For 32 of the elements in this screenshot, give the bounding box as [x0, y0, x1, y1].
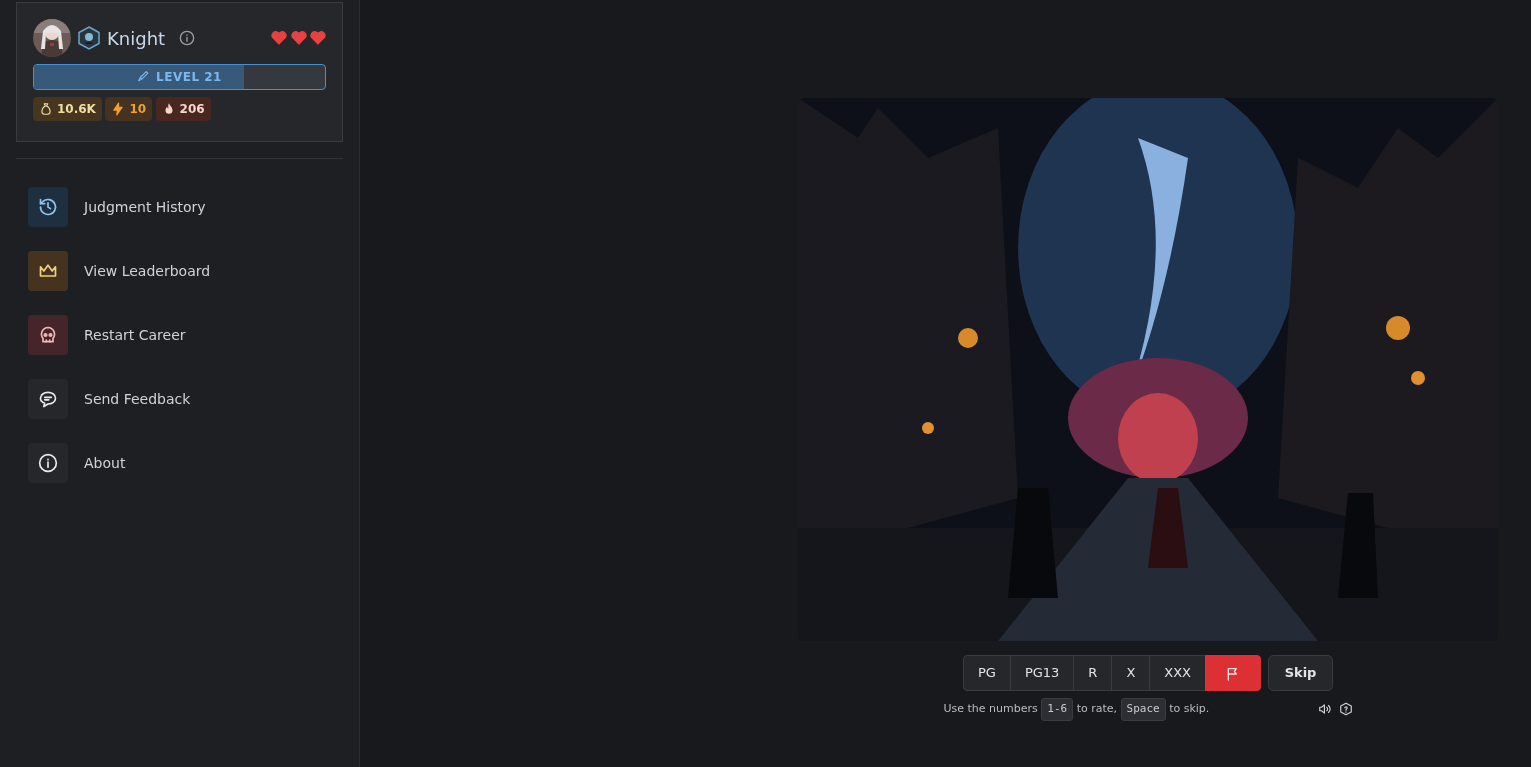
menu-item[interactable]: Judgment History — [16, 187, 343, 227]
stat-badge: 206 — [155, 97, 211, 121]
emblem-icon — [78, 26, 100, 50]
menu-item[interactable]: Send Feedback — [16, 379, 343, 419]
stat-badge: 10.6K — [33, 97, 102, 121]
skull-icon — [38, 325, 58, 345]
skip-button[interactable]: Skip — [1268, 655, 1334, 691]
stat-badge: 10 — [105, 97, 153, 121]
info-icon — [38, 453, 58, 473]
hint-text: Use the numbers — [943, 701, 1038, 717]
rating-button[interactable]: PG — [962, 655, 1011, 691]
menu-item[interactable]: About — [16, 443, 343, 483]
rating-button[interactable]: X — [1111, 655, 1151, 691]
lightning-icon — [111, 102, 126, 116]
level-label: LEVEL 21 — [156, 69, 222, 86]
rating-button[interactable]: R — [1073, 655, 1113, 691]
menu-item[interactable]: View Leaderboard — [16, 251, 343, 291]
rating-button[interactable]: PG13 — [1009, 655, 1075, 691]
hint-text: to skip. — [1169, 701, 1210, 717]
help-icon[interactable] — [1338, 702, 1353, 717]
chat-icon — [38, 389, 58, 409]
money-bag-icon — [39, 102, 53, 116]
speaker-icon[interactable] — [1317, 702, 1332, 717]
menu-item[interactable]: Restart Career — [16, 315, 343, 355]
key-hint: Space — [1120, 698, 1166, 721]
hint-text: to rate, — [1076, 701, 1118, 717]
flag-button[interactable] — [1205, 655, 1262, 691]
history-icon — [38, 197, 58, 217]
key-hint: 1-6 — [1041, 698, 1074, 721]
rating-button[interactable]: XXX — [1149, 655, 1207, 691]
player-name: Knight — [107, 26, 166, 51]
info-icon[interactable] — [179, 30, 196, 46]
